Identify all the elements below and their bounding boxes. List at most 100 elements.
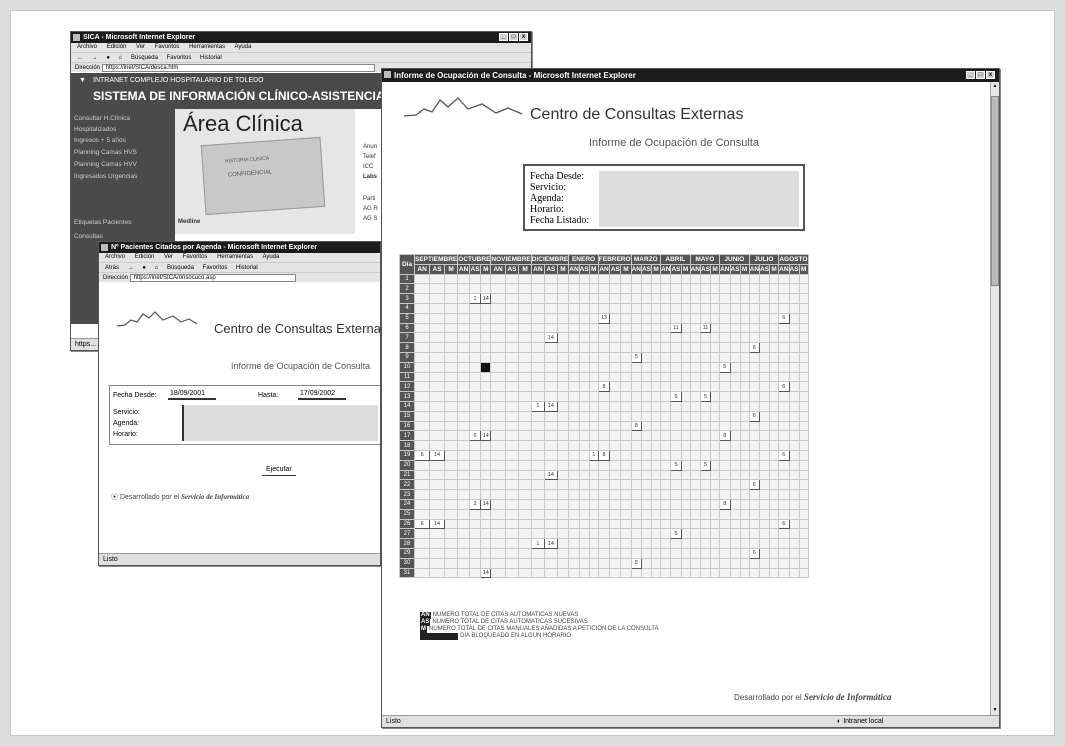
search-button[interactable]: Búsqueda [131,55,158,61]
menu-archivo[interactable]: Archivo [77,44,97,50]
menu-ver[interactable]: Ver [136,44,145,50]
subcolumn-header: AS [640,263,652,275]
empty-cell [719,479,731,491]
right-link[interactable]: Anun [363,142,378,152]
empty-cell [429,469,445,481]
empty-cell [609,449,622,461]
empty-cell [660,459,672,471]
menu-favoritos[interactable]: Favoritos [183,254,208,260]
empty-cell [689,391,702,402]
empty-cell [609,400,622,412]
address-input[interactable]: https://inet/SICA/onsocuco.asp [129,274,296,282]
maximize-icon[interactable]: □ [509,33,518,41]
home-icon[interactable]: ⌂ [119,55,123,61]
empty-cell [443,518,459,530]
sidebar-item-planning-hvs[interactable]: Planning Camas HVS [74,149,137,156]
menu-edicion[interactable]: Edición [107,44,127,50]
stop-icon[interactable]: ● [142,265,146,271]
sidebar-item-planning-hvv[interactable]: Planning Camas HVV [74,161,137,168]
right-link[interactable]: ICC [363,162,378,172]
forward-icon[interactable]: → [92,55,98,61]
right-link[interactable]: AG R [363,204,378,214]
menu-archivo[interactable]: Archivo [105,254,125,260]
close-icon[interactable]: x [519,33,528,41]
favorites-button[interactable]: Favoritos [167,55,192,61]
menu-herramientas[interactable]: Herramientas [189,44,225,50]
status-text: https... [75,341,97,348]
empty-cell [578,567,590,579]
close-icon[interactable]: x [986,71,995,79]
right-link[interactable]: AG S [363,214,378,224]
empty-cell [578,440,590,451]
empty-cell [640,312,652,324]
form-titlebar[interactable]: Nº Pacientes Citados por Agenda - Micros… [99,242,380,253]
legend-text: DIA BLOQUEADO EN ALGUN HORARIO [460,633,572,639]
medline-link[interactable]: Medline [178,219,200,225]
legend-code [420,633,458,640]
right-link[interactable]: Telef [363,152,378,162]
sidebar-item-consultas[interactable]: Consultas [74,233,103,240]
empty-cell [680,518,691,530]
execute-button[interactable]: Ejecutar [262,464,296,476]
address-input[interactable]: https://inet/SICA/desca.htm [101,64,376,72]
hasta-input[interactable]: 17/09/2002 [298,388,346,400]
empty-cell [578,302,590,314]
empty-cell [670,547,682,559]
developed-by-link[interactable]: Servicio de Informática [181,493,249,501]
sidebar-item-ingresos[interactable]: Ingresos + 5 años [74,137,126,144]
empty-cell [699,469,712,481]
empty-cell [660,381,672,393]
scroll-up-icon[interactable]: ▲ [992,83,998,90]
menu-ayuda[interactable]: Ayuda [234,44,251,50]
developed-by-link[interactable]: Servicio de Informática [804,692,892,702]
search-button[interactable]: Búsqueda [167,265,194,271]
value-cell: 5 [670,528,682,540]
sidebar-item-urgencias[interactable]: Ingresados Urgencias [74,173,137,180]
menu-edicion[interactable]: Edición [135,254,155,260]
menu-herramientas[interactable]: Herramientas [217,254,253,260]
sica-titlebar[interactable]: SICA - Microsoft Internet Explorer _ □ x [71,32,531,43]
maximize-icon[interactable]: □ [976,71,985,79]
history-button[interactable]: Historial [200,55,222,61]
fecha-desde-input[interactable]: 18/09/2001 [168,388,216,400]
back-icon[interactable]: ← [77,55,83,61]
empty-cell [578,449,590,461]
legend-code: AS [420,619,431,626]
empty-cell [640,547,652,559]
menu-ayuda[interactable]: Ayuda [262,254,279,260]
report-titlebar[interactable]: Informe de Ocupación de Consulta - Micro… [382,69,999,82]
favorites-button[interactable]: Favoritos [203,265,228,271]
history-button[interactable]: Historial [236,265,258,271]
menu-ver[interactable]: Ver [164,254,173,260]
sidebar-item-consultar[interactable]: Consultar H.Clínica [74,115,130,122]
empty-cell [640,342,652,353]
empty-cell [413,538,431,549]
right-link[interactable]: Parti [363,194,378,204]
minimize-icon[interactable]: _ [499,33,508,41]
empty-cell [480,283,492,295]
empty-cell [739,351,750,363]
empty-cell [670,489,682,500]
scroll-thumb[interactable] [991,96,999,286]
minimize-icon[interactable]: _ [966,71,975,79]
vertical-scrollbar[interactable]: ▲ ▼ [990,82,999,715]
empty-cell [597,302,611,314]
empty-cell [729,449,741,461]
home-icon[interactable]: ⌂ [155,265,159,271]
sidebar-item-etiquetas[interactable]: Etiquetas Pacientes [74,219,131,226]
status-text: Listo [386,718,401,725]
right-link[interactable]: Labs [363,172,378,182]
empty-cell [556,440,570,451]
stop-icon[interactable]: ● [106,55,110,61]
empty-cell [413,312,431,324]
empty-cell [620,449,632,461]
forward-icon[interactable]: → [128,265,134,271]
menu-favoritos[interactable]: Favoritos [155,44,180,50]
back-button[interactable]: Atrás [105,265,119,271]
scroll-down-icon[interactable]: ▼ [992,707,998,714]
empty-cell [778,440,790,451]
empty-cell [578,391,590,402]
select-fields[interactable] [182,405,378,441]
sidebar-item-hospitalizados[interactable]: Hospitalizados [74,126,116,133]
empty-cell [748,567,761,579]
